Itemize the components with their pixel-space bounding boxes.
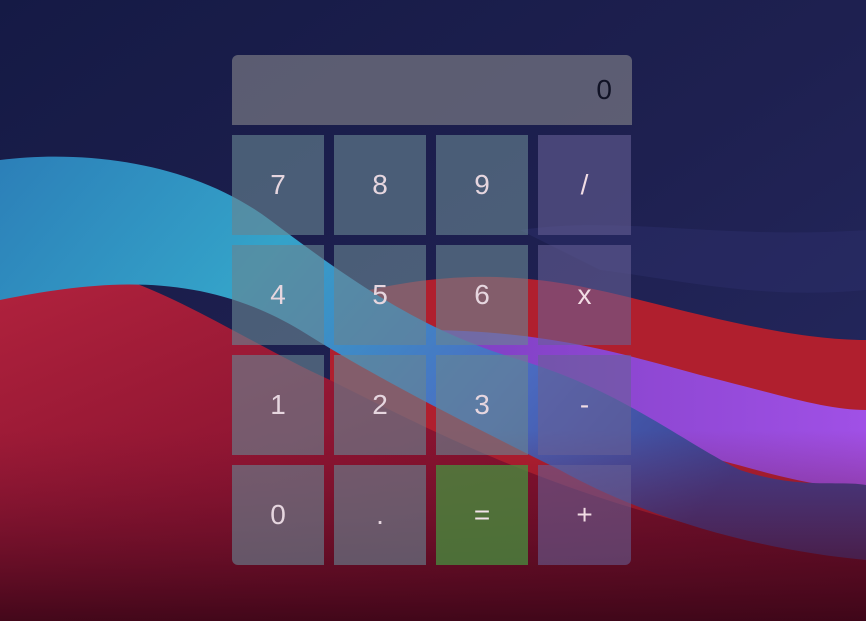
key-9[interactable]: 9 (436, 135, 528, 235)
display-value: 0 (596, 74, 612, 105)
key-7[interactable]: 7 (232, 135, 324, 235)
key-5[interactable]: 5 (334, 245, 426, 345)
divide-key[interactable]: / (538, 135, 631, 235)
keypad: 7 8 9 / 4 5 6 x 1 2 3 - 0 . = + (232, 135, 632, 565)
key-0[interactable]: 0 (232, 465, 324, 565)
key-1[interactable]: 1 (232, 355, 324, 455)
key-3[interactable]: 3 (436, 355, 528, 455)
key-2[interactable]: 2 (334, 355, 426, 455)
add-key[interactable]: + (538, 465, 631, 565)
equals-key[interactable]: = (436, 465, 528, 565)
key-6[interactable]: 6 (436, 245, 528, 345)
subtract-key[interactable]: - (538, 355, 631, 455)
calculator-display: 0 (232, 55, 632, 125)
key-8[interactable]: 8 (334, 135, 426, 235)
decimal-key[interactable]: . (334, 465, 426, 565)
calculator: 0 7 8 9 / 4 5 6 x 1 2 3 - 0 . = + (232, 55, 632, 565)
key-4[interactable]: 4 (232, 245, 324, 345)
multiply-key[interactable]: x (538, 245, 631, 345)
